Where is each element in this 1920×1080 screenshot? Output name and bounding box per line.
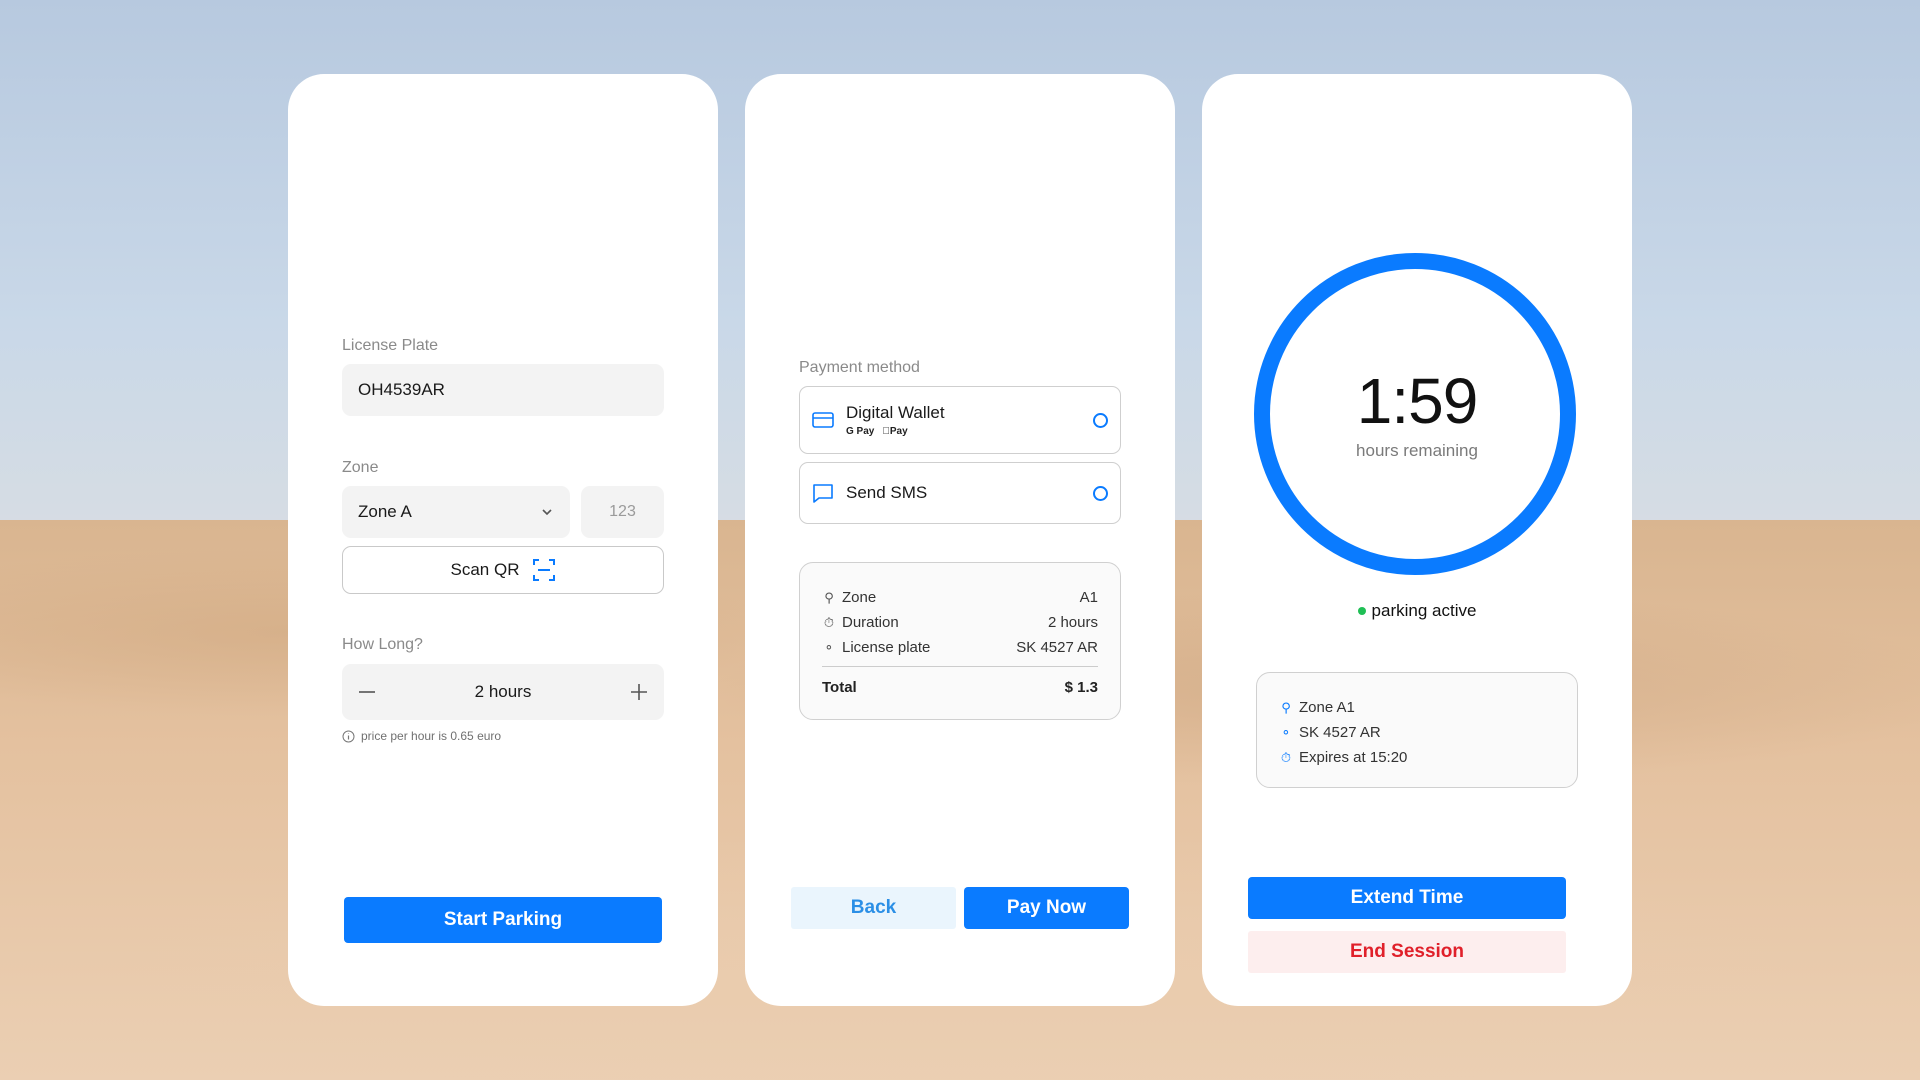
end-session-button[interactable]: End Session bbox=[1248, 931, 1566, 973]
info-expires: Expires at 15:20 bbox=[1299, 749, 1408, 766]
summary-divider bbox=[822, 666, 1098, 667]
payment-card: Payment method Digital Wallet G Pay Pay… bbox=[745, 74, 1175, 1006]
active-session-card: 1:59 hours remaining parking active ⚲ Zo… bbox=[1202, 74, 1632, 1006]
plus-icon[interactable] bbox=[630, 683, 648, 701]
summary-row: ⚲ Zone A1 bbox=[822, 585, 1098, 610]
scan-qr-button[interactable]: Scan QR bbox=[342, 546, 664, 594]
payment-option-digital-wallet[interactable]: Digital Wallet G Pay Pay bbox=[799, 386, 1121, 454]
info-row: ⚲ Zone A1 bbox=[1279, 695, 1555, 720]
send-sms-title: Send SMS bbox=[846, 483, 928, 502]
price-note-text: price per hour is 0.65 euro bbox=[361, 729, 502, 743]
status-dot bbox=[1357, 607, 1366, 615]
summary-plate-label: License plate bbox=[842, 639, 931, 656]
order-summary: ⚲ Zone A1 ⏱ Duration 2 hours ⚬ License plat… bbox=[799, 562, 1121, 720]
zone-code-placeholder: 123 bbox=[609, 503, 636, 520]
license-plate-input[interactable]: OH4539AR bbox=[342, 364, 664, 416]
stopwatch-icon: ⏱ bbox=[1280, 749, 1292, 765]
pay-now-button[interactable]: Pay Now bbox=[964, 887, 1129, 929]
license-plate-label: License Plate bbox=[342, 337, 439, 354]
summary-duration-label: Duration bbox=[842, 614, 899, 631]
scan-icon bbox=[533, 559, 556, 581]
digital-wallet-title: Digital Wallet bbox=[846, 403, 945, 422]
info-row: ⏱ Expires at 15:20 bbox=[1279, 745, 1555, 770]
summary-zone-value: A1 bbox=[1079, 589, 1098, 606]
price-note: price per hour is 0.65 euro bbox=[342, 729, 501, 743]
session-info: ⚲ Zone A1 ⚬ SK 4527 AR ⏱ Expires at 15:2… bbox=[1256, 672, 1578, 788]
digital-wallet-radio[interactable] bbox=[1093, 412, 1108, 428]
location-pin-icon: ⚲ bbox=[1281, 699, 1291, 715]
how-long-label: How Long? bbox=[342, 636, 423, 653]
summary-total-row: Total $ 1.3 bbox=[822, 675, 1098, 700]
timer-value: 1:59 bbox=[1356, 365, 1479, 437]
scan-qr-label: Scan QR bbox=[450, 560, 520, 579]
parking-setup-card: License Plate OH4539AR Zone Zone A 123 S… bbox=[288, 74, 718, 1006]
stopwatch-icon: ⏱ bbox=[823, 614, 835, 630]
duration-value: 2 hours bbox=[474, 682, 532, 701]
extend-time-button[interactable]: Extend Time bbox=[1248, 877, 1566, 919]
payment-option-send-sms[interactable]: Send SMS bbox=[799, 462, 1121, 524]
car-icon: ⚬ bbox=[1280, 724, 1292, 740]
chevron-down-icon bbox=[542, 509, 552, 516]
total-value: $ 1.3 bbox=[1064, 679, 1098, 696]
back-button[interactable]: Back bbox=[791, 887, 956, 929]
car-icon: ⚬ bbox=[823, 639, 835, 655]
total-label: Total bbox=[822, 679, 857, 696]
summary-row: ⏱ Duration 2 hours bbox=[822, 610, 1098, 635]
info-zone: Zone A1 bbox=[1299, 699, 1355, 716]
zone-label: Zone bbox=[342, 459, 379, 476]
summary-row: ⚬ License plate SK 4527 AR bbox=[822, 635, 1098, 660]
card-icon bbox=[812, 412, 834, 428]
chat-icon bbox=[813, 484, 833, 503]
payment-method-label: Payment method bbox=[799, 359, 920, 376]
send-sms-radio[interactable] bbox=[1093, 485, 1108, 501]
info-icon bbox=[342, 730, 355, 742]
summary-zone-label: Zone bbox=[842, 589, 877, 606]
summary-plate-value: SK 4527 AR bbox=[1016, 639, 1098, 656]
start-parking-button[interactable]: Start Parking bbox=[344, 897, 662, 943]
info-plate: SK 4527 AR bbox=[1299, 724, 1381, 741]
info-row: ⚬ SK 4527 AR bbox=[1279, 720, 1555, 745]
zone-select-value: Zone A bbox=[358, 502, 412, 521]
location-pin-icon: ⚲ bbox=[824, 589, 834, 605]
apple-pay-logo: Pay bbox=[882, 426, 907, 437]
wallet-providers: G Pay Pay bbox=[846, 426, 1081, 437]
google-pay-logo: G Pay bbox=[846, 426, 875, 437]
status-text: parking active bbox=[1371, 601, 1477, 620]
status-badge: parking active bbox=[1202, 601, 1632, 621]
license-plate-value: OH4539AR bbox=[358, 380, 445, 399]
zone-code-input[interactable]: 123 bbox=[581, 486, 664, 538]
zone-select[interactable]: Zone A bbox=[342, 486, 570, 538]
duration-stepper: 2 hours bbox=[342, 664, 664, 720]
timer-caption: hours remaining bbox=[1356, 441, 1478, 460]
summary-duration-value: 2 hours bbox=[1047, 614, 1098, 631]
minus-icon[interactable] bbox=[358, 683, 376, 701]
